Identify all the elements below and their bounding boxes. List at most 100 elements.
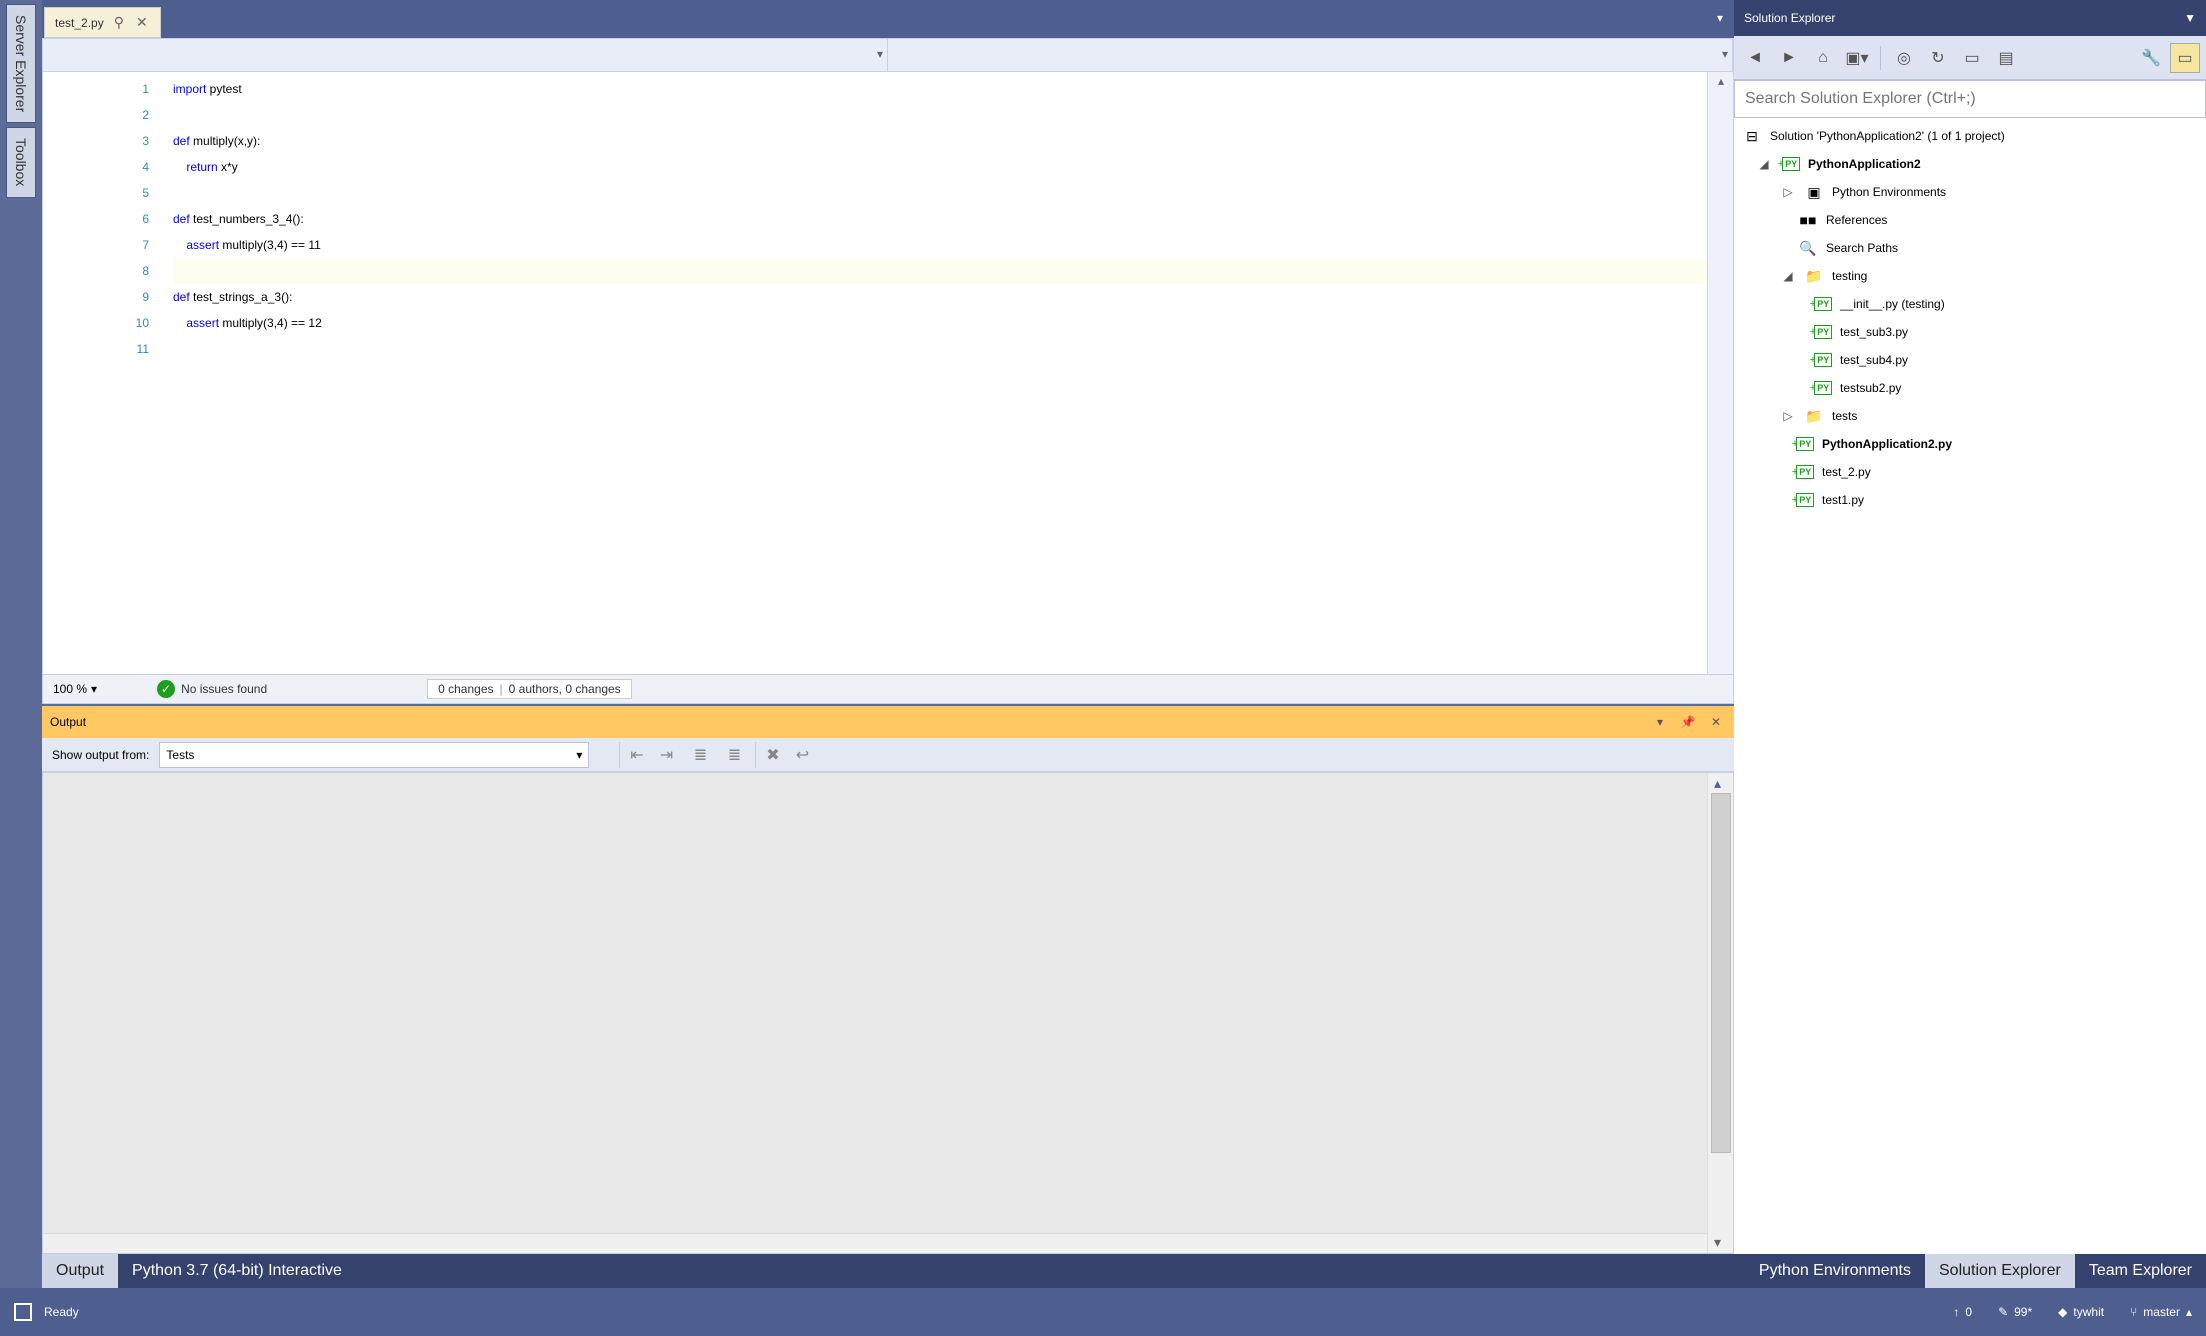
output-from-label: Show output from: [52, 748, 149, 762]
output-horizontal-scrollbar[interactable] [43, 1233, 1707, 1253]
collapse-icon[interactable]: ◢ [1756, 157, 1772, 171]
python-file-icon: +PY [1810, 322, 1834, 342]
output-toolbar: Show output from: Tests ▾ ⇤ ⇥ ≣ ≣ ✖ ↩ [42, 738, 1734, 772]
tree-python-env[interactable]: ▷ ▣ Python Environments [1734, 178, 2206, 206]
prev-msg-icon[interactable]: ≣ [687, 742, 713, 768]
close-icon[interactable]: ✕ [1706, 712, 1726, 732]
tab-overflow-icon[interactable]: ▾ [1710, 8, 1730, 28]
scope-dropdown[interactable]: ▾ [43, 39, 888, 71]
file-tab-label: test_2.py [55, 16, 104, 30]
python-file-icon: +PY [1792, 490, 1816, 510]
codelens-changes[interactable]: 0 changes | 0 authors, 0 changes [427, 679, 632, 699]
preview-selected-icon[interactable]: ▭ [2170, 43, 2200, 73]
python-project-icon: +PY [1778, 154, 1802, 174]
collapse-all-icon[interactable]: ▭ [1957, 43, 1987, 73]
pending-changes-button[interactable]: ✎ 99* [1998, 1305, 2032, 1319]
python-file-icon: +PY [1810, 378, 1834, 398]
code-area[interactable]: import pytestdef multiply(x,y): return x… [173, 72, 1733, 674]
editor-status-strip: 100 % ▾ ✓ No issues found 0 changes | 0 … [42, 674, 1734, 704]
refresh-icon[interactable]: ↻ [1923, 43, 1953, 73]
tree-label: Solution 'PythonApplication2' (1 of 1 pr… [1770, 129, 2005, 143]
tree-file-sub3[interactable]: +PY test_sub3.py [1734, 318, 2206, 346]
tab-solution-explorer[interactable]: Solution Explorer [1925, 1254, 2075, 1288]
sync-active-doc-icon[interactable]: ◎ [1889, 43, 1919, 73]
chevron-down-icon[interactable]: ▼ [2184, 11, 2196, 25]
pending-changes-count: 99* [2014, 1305, 2032, 1319]
close-icon[interactable]: ✕ [134, 14, 150, 31]
folder-icon: 📁 [1802, 406, 1826, 426]
zoom-dropdown[interactable]: 100 % ▾ [53, 682, 97, 696]
next-msg-icon[interactable]: ≣ [721, 742, 747, 768]
separator: | [500, 682, 503, 696]
output-vertical-scrollbar[interactable]: ▴ ▾ [1707, 773, 1733, 1253]
properties-icon[interactable]: 🔧 [2136, 43, 2166, 73]
tree-project[interactable]: ◢ +PY PythonApplication2 [1734, 150, 2206, 178]
expand-icon[interactable]: ▷ [1780, 409, 1796, 423]
issues-indicator[interactable]: ✓ No issues found [157, 680, 267, 698]
tab-python-interactive[interactable]: Python 3.7 (64-bit) Interactive [118, 1254, 356, 1288]
tree-file-sub4[interactable]: +PY test_sub4.py [1734, 346, 2206, 374]
scroll-down-icon[interactable]: ▾ [1714, 1234, 1721, 1251]
tree-label: testing [1832, 269, 1867, 283]
toolbox-tab[interactable]: Toolbox [6, 127, 36, 197]
editor-vertical-scrollbar[interactable]: ▴ [1707, 72, 1733, 674]
file-tab-strip: test_2.py ⚲ ✕ ▾ [42, 0, 1734, 38]
tree-file-init[interactable]: +PY __init__.py (testing) [1734, 290, 2206, 318]
expand-icon[interactable]: ▷ [1780, 185, 1796, 199]
status-icon[interactable] [14, 1303, 32, 1321]
output-title-bar[interactable]: Output ▾ 📌 ✕ [42, 706, 1734, 738]
find-prev-icon[interactable]: ⇤ [619, 742, 645, 768]
tree-search-paths[interactable]: 🔍 Search Paths [1734, 234, 2206, 262]
scroll-up-icon[interactable]: ▴ [1714, 775, 1721, 792]
changes-left: 0 changes [438, 682, 493, 696]
tree-file-test1[interactable]: +PY test1.py [1734, 486, 2206, 514]
tree-label: Search Paths [1826, 241, 1898, 255]
pin-icon[interactable]: 📌 [1678, 712, 1698, 732]
clear-all-icon[interactable]: ✖ [755, 742, 781, 768]
tree-solution[interactable]: ⊟ Solution 'PythonApplication2' (1 of 1 … [1734, 122, 2206, 150]
collapse-icon[interactable]: ◢ [1780, 269, 1796, 283]
tree-folder-testing[interactable]: ◢ 📁 testing [1734, 262, 2206, 290]
forward-icon[interactable]: ► [1774, 43, 1804, 73]
server-explorer-tab[interactable]: Server Explorer [6, 4, 36, 123]
user-button[interactable]: ◆ tywhit [2058, 1305, 2104, 1319]
pin-icon[interactable]: ⚲ [112, 14, 126, 31]
home-icon[interactable]: ⌂ [1808, 43, 1838, 73]
toggle-wordwrap-icon[interactable]: ↩ [789, 742, 815, 768]
find-next-icon[interactable]: ⇥ [653, 742, 679, 768]
sync-icon[interactable]: ▣▾ [1842, 43, 1872, 73]
publish-button[interactable]: ↑ 0 [1953, 1305, 1972, 1319]
search-input[interactable] [1735, 81, 2205, 117]
chevron-down-icon: ▾ [91, 682, 97, 696]
show-all-files-icon[interactable]: ▤ [1991, 43, 2021, 73]
output-body[interactable]: ▴ ▾ [42, 772, 1734, 1254]
tree-label: tests [1832, 409, 1857, 423]
tree-file-test2[interactable]: +PY test_2.py [1734, 458, 2206, 486]
tree-references[interactable]: ■■ References [1734, 206, 2206, 234]
check-icon: ✓ [157, 680, 175, 698]
back-icon[interactable]: ◄ [1740, 43, 1770, 73]
branch-button[interactable]: ⑂ master ▴ [2130, 1305, 2192, 1319]
python-file-icon: +PY [1810, 294, 1834, 314]
tree-label: __init__.py (testing) [1840, 297, 1945, 311]
tab-python-environments[interactable]: Python Environments [1745, 1254, 1925, 1288]
tree-folder-tests[interactable]: ▷ 📁 tests [1734, 402, 2206, 430]
window-position-icon[interactable]: ▾ [1650, 712, 1670, 732]
tree-file-app[interactable]: +PY PythonApplication2.py [1734, 430, 2206, 458]
code-editor[interactable]: 1234567891011 import pytestdef multiply(… [42, 72, 1734, 674]
scroll-up-icon[interactable]: ▴ [1714, 76, 1728, 86]
references-icon: ■■ [1796, 210, 1820, 230]
tab-team-explorer[interactable]: Team Explorer [2075, 1254, 2206, 1288]
member-dropdown[interactable]: ▾ [888, 39, 1733, 71]
tree-file-testsub2[interactable]: +PY testsub2.py [1734, 374, 2206, 402]
chevron-down-icon: ▾ [1722, 47, 1728, 61]
python-file-icon: +PY [1792, 434, 1816, 454]
file-tab-test2[interactable]: test_2.py ⚲ ✕ [44, 7, 161, 38]
tab-output[interactable]: Output [42, 1254, 118, 1288]
solution-tree[interactable]: ⊟ Solution 'PythonApplication2' (1 of 1 … [1734, 118, 2206, 1254]
solution-explorer-title[interactable]: Solution Explorer ▼ [1734, 0, 2206, 36]
solution-explorer-search[interactable] [1734, 80, 2206, 118]
scrollbar-thumb[interactable] [1711, 793, 1731, 1153]
tree-label: PythonApplication2.py [1822, 437, 1952, 451]
output-source-dropdown[interactable]: Tests ▾ [159, 742, 589, 768]
